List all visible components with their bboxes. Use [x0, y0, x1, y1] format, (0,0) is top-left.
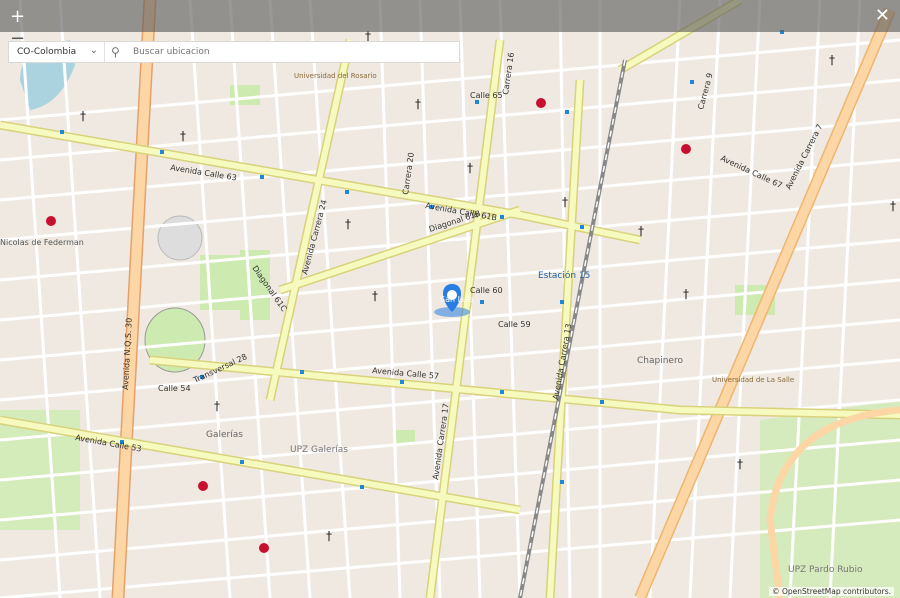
- svg-text:†: †: [180, 129, 186, 143]
- label-universidad-rosario: Universidad del Rosario: [294, 72, 377, 80]
- label-nicolas-federman: Nicolas de Federman: [0, 238, 84, 247]
- chevron-down-icon: ⌄: [89, 45, 98, 56]
- label-calle-59: Calle 59: [498, 320, 531, 329]
- svg-text:†: †: [737, 457, 743, 471]
- marker-label: San Luis: [440, 295, 473, 304]
- close-button[interactable]: ✕: [875, 7, 890, 25]
- label-calle-60: Calle 60: [470, 286, 503, 295]
- label-upz-galerias: UPZ Galerías: [290, 445, 348, 455]
- map-attribution: © OpenStreetMap contributors.: [769, 587, 894, 596]
- label-estacion-15: Estación 15: [538, 270, 590, 281]
- map-toolbar: [0, 0, 900, 32]
- svg-text:†: †: [562, 195, 568, 209]
- svg-text:†: †: [638, 224, 644, 238]
- svg-text:†: †: [683, 287, 689, 301]
- svg-text:†: †: [345, 217, 351, 231]
- zoom-in-button[interactable]: +: [10, 8, 25, 26]
- search-bar: CO-Colombia ⌄ ⚲: [8, 41, 460, 63]
- search-icon: ⚲: [111, 45, 120, 59]
- label-calle-65: Calle 65: [470, 91, 503, 100]
- svg-text:†: †: [372, 289, 378, 303]
- svg-text:†: †: [214, 399, 220, 413]
- label-universidad-salle: Universidad de La Salle: [712, 376, 794, 384]
- svg-text:†: †: [415, 97, 421, 111]
- label-chapinero: Chapinero: [637, 356, 683, 366]
- svg-text:†: †: [80, 109, 86, 123]
- label-galerias: Galerías: [206, 430, 243, 440]
- svg-text:†: †: [890, 199, 896, 213]
- svg-text:†: †: [467, 161, 473, 175]
- label-calle-54: Calle 54: [158, 384, 191, 393]
- svg-text:†: †: [326, 529, 332, 543]
- svg-text:†: †: [829, 53, 835, 67]
- label-upz-pardo-rubio: UPZ Pardo Rubio: [788, 565, 863, 575]
- country-select[interactable]: CO-Colombia ⌄: [9, 42, 105, 62]
- street-map[interactable]: ††† ††† ††† ††† ††† Avenida Calle 63 Ave…: [0, 0, 900, 598]
- country-value: CO-Colombia: [17, 47, 77, 57]
- search-input[interactable]: [131, 42, 459, 62]
